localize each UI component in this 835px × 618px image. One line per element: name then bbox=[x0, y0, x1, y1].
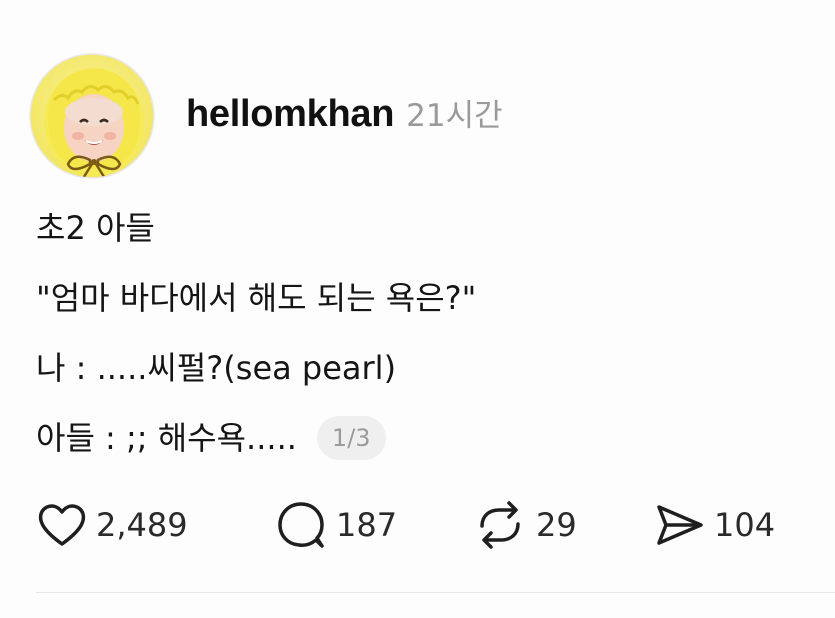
repost-button[interactable]: 29 bbox=[472, 500, 654, 550]
post-text-line-1: 초2 아들 bbox=[36, 209, 155, 247]
repost-count: 29 bbox=[536, 506, 577, 544]
post-body: 초2 아들 "엄마 바다에서 해도 되는 욕은?" 나 : .....씨펄?(s… bbox=[36, 208, 816, 488]
post-text-line: 초2 아들 bbox=[36, 208, 816, 248]
post-header: hellomkhan 21시간 bbox=[186, 90, 503, 146]
post-text-line-2: "엄마 바다에서 해도 되는 욕은?" bbox=[36, 279, 477, 317]
repost-arrows-icon bbox=[480, 501, 520, 549]
share-count: 104 bbox=[714, 506, 776, 544]
post-text-line-4: 아들 : ;; 해수욕..... bbox=[36, 419, 297, 457]
share-button[interactable]: 104 bbox=[654, 501, 804, 549]
action-bar: 2,489 187 29 104 bbox=[36, 500, 804, 550]
like-count: 2,489 bbox=[96, 506, 188, 544]
post-text-line: "엄마 바다에서 해도 되는 욕은?" bbox=[36, 278, 816, 318]
post-text-line: 아들 : ;; 해수욕..... 1/3 bbox=[36, 416, 816, 460]
send-paper-plane-icon bbox=[657, 505, 703, 545]
heart-icon bbox=[38, 504, 86, 546]
timestamp[interactable]: 21시간 bbox=[406, 90, 503, 135]
post-card: hellomkhan 21시간 초2 아들 "엄마 바다에서 해도 되는 욕은?… bbox=[0, 0, 835, 618]
post-text-line-3: 나 : .....씨펄?(sea pearl) bbox=[36, 349, 397, 387]
avatar[interactable] bbox=[28, 52, 156, 180]
avatar-image bbox=[29, 53, 155, 179]
like-button[interactable]: 2,489 bbox=[36, 501, 276, 549]
post-text-line: 나 : .....씨펄?(sea pearl) bbox=[36, 348, 816, 388]
post-divider bbox=[36, 592, 835, 593]
comment-button[interactable]: 187 bbox=[276, 500, 472, 550]
comment-bubble-icon bbox=[278, 502, 324, 548]
page-indicator-badge: 1/3 bbox=[316, 416, 386, 460]
username-link[interactable]: hellomkhan bbox=[186, 93, 394, 136]
comment-count: 187 bbox=[336, 506, 398, 544]
